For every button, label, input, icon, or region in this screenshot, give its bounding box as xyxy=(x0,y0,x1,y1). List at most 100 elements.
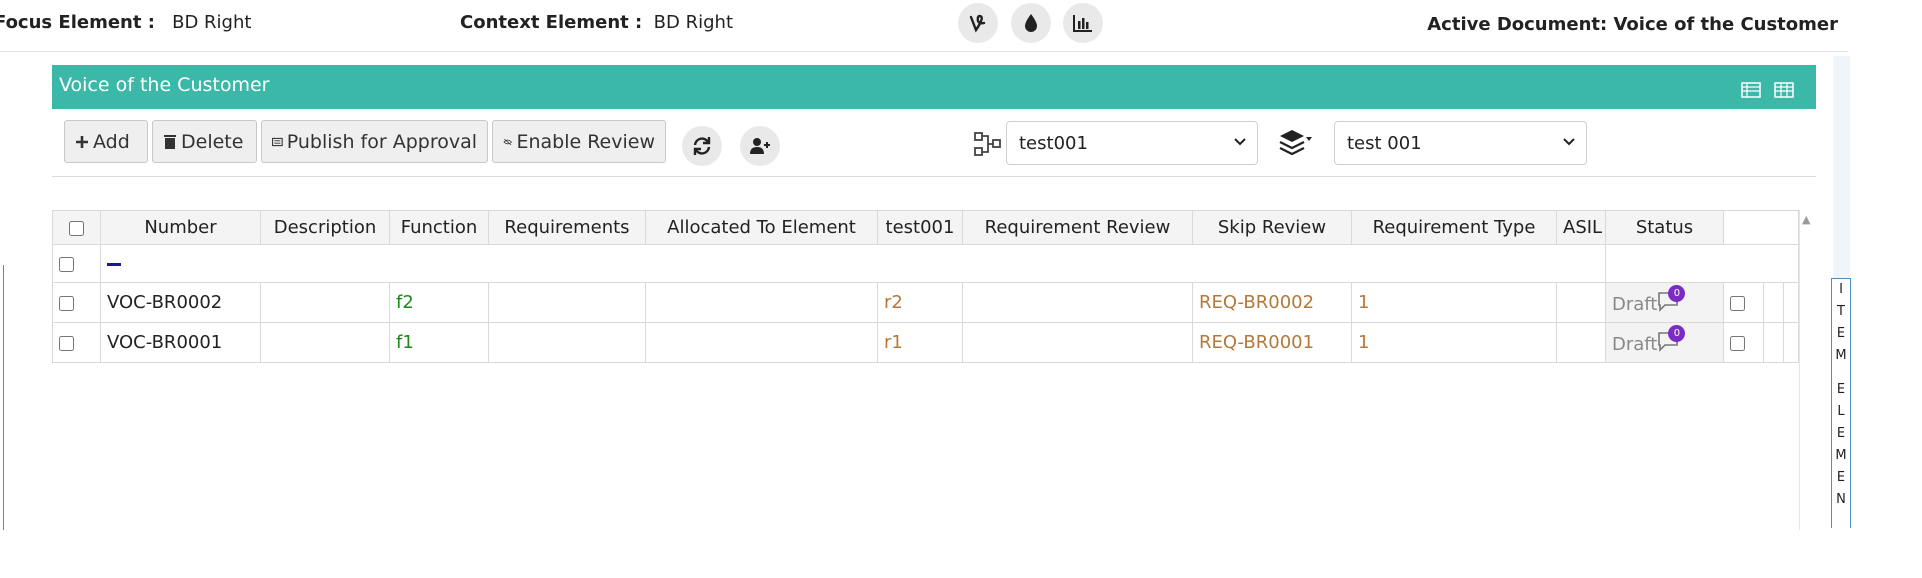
req-type-cell[interactable]: 1 xyxy=(1351,322,1557,363)
comment-count-badge: 0 xyxy=(1668,324,1686,342)
voc-grid: Number Description Function Requirements… xyxy=(52,210,1800,363)
column-header[interactable]: Requirement Type xyxy=(1351,210,1557,245)
select-all-header xyxy=(52,210,101,245)
number-cell[interactable]: VOC-BR0001 xyxy=(100,322,261,363)
test001-cell[interactable]: r1 xyxy=(877,322,963,363)
newspaper-icon xyxy=(272,137,283,146)
column-header[interactable]: Allocated To Element xyxy=(645,210,878,245)
grid-header-row: Number Description Function Requirements… xyxy=(52,210,1800,245)
vine-button[interactable] xyxy=(958,3,998,43)
req-review-cell[interactable] xyxy=(962,282,1193,323)
column-header[interactable]: test001 xyxy=(877,210,963,245)
left-panel-edge xyxy=(0,265,4,530)
status-text: Draft xyxy=(1612,333,1658,355)
side-tab-letter: L xyxy=(1837,404,1845,419)
group-collapse-cell[interactable] xyxy=(100,244,1606,283)
column-header[interactable]: Skip Review xyxy=(1192,210,1352,245)
skip-review-cell[interactable]: REQ-BR0002 xyxy=(1192,282,1352,323)
table-row[interactable]: VOC-BR0001 f1 r1 REQ-BR0001 1 Draft 0 xyxy=(52,322,1800,363)
allocated-cell[interactable] xyxy=(645,282,878,323)
requirements-cell[interactable] xyxy=(488,282,646,323)
drop-icon xyxy=(1025,14,1037,32)
number-cell[interactable]: VOC-BR0002 xyxy=(100,282,261,323)
enable-review-button[interactable]: Enable Review xyxy=(492,120,666,163)
table-row[interactable]: VOC-BR0002 f2 r2 REQ-BR0002 1 Draft 0 xyxy=(52,282,1800,323)
comment-button[interactable]: 0 xyxy=(1657,324,1686,353)
extra-row-checkbox[interactable] xyxy=(1730,295,1745,311)
column-header[interactable]: Number xyxy=(100,210,261,245)
test-001-select[interactable]: test 001 xyxy=(1334,121,1587,165)
add-user-button[interactable] xyxy=(740,126,780,166)
select-all-checkbox[interactable] xyxy=(69,220,84,236)
column-header[interactable]: Function xyxy=(389,210,489,245)
test001-select[interactable]: test001 xyxy=(1006,121,1258,165)
hierarchy-icon[interactable] xyxy=(973,131,1001,157)
item-element-side-tab[interactable]: I T E M E L E M E N xyxy=(1831,278,1851,528)
context-element-label: Context Element : xyxy=(460,12,643,33)
refresh-icon xyxy=(693,137,711,155)
publish-for-approval-button[interactable]: Publish for Approval xyxy=(261,120,488,163)
column-header[interactable]: Status xyxy=(1605,210,1724,245)
panel-header: Voice of the Customer xyxy=(52,65,1816,109)
collapse-icon[interactable] xyxy=(107,262,121,266)
trash-icon xyxy=(164,134,176,149)
focus-element-label: Focus Element : xyxy=(0,12,155,33)
filter-blank xyxy=(1604,244,1800,283)
test001-cell[interactable]: r2 xyxy=(877,282,963,323)
grid-vertical-scrollbar[interactable] xyxy=(1799,210,1811,530)
chart-button[interactable] xyxy=(1063,3,1103,43)
description-cell[interactable] xyxy=(260,282,390,323)
column-header[interactable]: Requirements xyxy=(488,210,646,245)
column-header[interactable]: Requirement Review xyxy=(962,210,1193,245)
drop-button[interactable] xyxy=(1011,3,1051,43)
req-type-cell[interactable]: 1 xyxy=(1351,282,1557,323)
chevron-down-icon xyxy=(1234,138,1246,146)
requirements-cell[interactable] xyxy=(488,322,646,363)
column-header[interactable]: ASIL xyxy=(1556,210,1606,245)
side-tab-letter: E xyxy=(1836,426,1846,441)
layers-icon[interactable] xyxy=(1278,128,1312,158)
refresh-button[interactable] xyxy=(682,126,722,166)
row-checkbox[interactable] xyxy=(59,295,74,311)
scroll-up-icon[interactable]: ▲ xyxy=(1802,213,1810,226)
req-review-cell[interactable] xyxy=(962,322,1193,363)
function-cell[interactable]: f1 xyxy=(389,322,489,363)
extra-cell xyxy=(1782,282,1800,323)
asil-cell[interactable] xyxy=(1556,282,1606,323)
vine-icon xyxy=(969,14,986,33)
extra-checkbox-cell xyxy=(1723,282,1764,323)
row-checkbox-cell xyxy=(52,322,101,363)
side-tab-letter: M xyxy=(1835,448,1847,463)
delete-button[interactable]: Delete xyxy=(152,120,257,163)
skip-review-cell[interactable]: REQ-BR0001 xyxy=(1192,322,1352,363)
side-tab-letter: E xyxy=(1836,326,1846,341)
asil-cell[interactable] xyxy=(1556,322,1606,363)
column-header[interactable]: Description xyxy=(260,210,390,245)
extra-cell xyxy=(1763,282,1784,323)
status-cell[interactable]: Draft 0 xyxy=(1605,322,1724,363)
column-header-blank xyxy=(1722,210,1800,245)
publish-button-label: Publish for Approval xyxy=(286,130,477,153)
status-cell[interactable]: Draft 0 xyxy=(1605,282,1724,323)
extra-row-checkbox[interactable] xyxy=(1730,335,1745,351)
list-view-icon[interactable] xyxy=(1741,82,1761,98)
extra-cell xyxy=(1763,322,1784,363)
chevron-down-icon xyxy=(1563,138,1575,146)
focus-element: Focus Element : BD Right xyxy=(0,12,251,33)
test-001-select-value: test 001 xyxy=(1347,132,1422,154)
row-checkbox[interactable] xyxy=(59,335,74,351)
test001-select-value: test001 xyxy=(1019,132,1088,154)
function-cell[interactable]: f2 xyxy=(389,282,489,323)
allocated-cell[interactable] xyxy=(645,322,878,363)
filter-checkbox-cell xyxy=(52,244,101,283)
eye-slash-icon xyxy=(503,138,513,145)
context-element-value: BD Right xyxy=(653,12,734,33)
plus-icon xyxy=(76,135,88,148)
comment-button[interactable]: 0 xyxy=(1657,284,1686,313)
grid-view-icon[interactable] xyxy=(1774,82,1794,98)
filter-checkbox[interactable] xyxy=(59,256,74,272)
extra-cell xyxy=(1782,322,1800,363)
add-button-label: Add xyxy=(93,130,130,153)
add-button[interactable]: Add xyxy=(64,120,148,163)
description-cell[interactable] xyxy=(260,322,390,363)
